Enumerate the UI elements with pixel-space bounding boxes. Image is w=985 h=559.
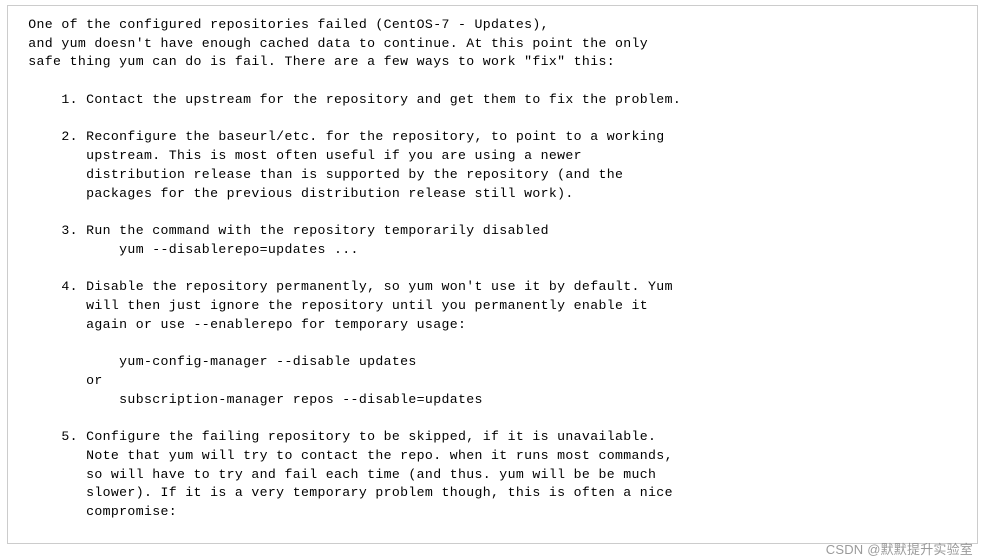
error-header-line: safe thing yum can do is fail. There are… <box>20 54 615 69</box>
fix-option-5: slower). If it is a very temporary probl… <box>20 485 673 500</box>
fix-option-3-command: yum --disablerepo=updates ... <box>20 242 359 257</box>
fix-option-4: again or use --enablerepo for temporary … <box>20 317 466 332</box>
fix-option-4: 4. Disable the repository permanently, s… <box>20 279 673 294</box>
fix-option-3: 3. Run the command with the repository t… <box>20 223 549 238</box>
fix-option-4-command: yum-config-manager --disable updates <box>20 354 417 369</box>
terminal-output-box: One of the configured repositories faile… <box>7 5 978 544</box>
fix-option-2: upstream. This is most often useful if y… <box>20 148 582 163</box>
fix-option-5: Note that yum will try to contact the re… <box>20 448 673 463</box>
fix-option-2: packages for the previous distribution r… <box>20 186 574 201</box>
fix-option-2: distribution release than is supported b… <box>20 167 623 182</box>
fix-option-5: so will have to try and fail each time (… <box>20 467 656 482</box>
fix-option-5-command: yum-config-manager --save --setopt=updat… <box>20 542 673 544</box>
fix-option-4-or: or <box>20 373 103 388</box>
csdn-watermark: CSDN @默默提升实验室 <box>826 539 973 558</box>
fix-option-4-command: subscription-manager repos --disable=upd… <box>20 392 483 407</box>
fix-option-2: 2. Reconfigure the baseurl/etc. for the … <box>20 129 665 144</box>
fix-option-4: will then just ignore the repository unt… <box>20 298 648 313</box>
fix-option-5: 5. Configure the failing repository to b… <box>20 429 656 444</box>
error-header-line: and yum doesn't have enough cached data … <box>20 36 648 51</box>
terminal-output-text: One of the configured repositories faile… <box>20 16 965 544</box>
fix-option-1: 1. Contact the upstream for the reposito… <box>20 92 681 107</box>
error-header-line: One of the configured repositories faile… <box>20 17 549 32</box>
fix-option-5: compromise: <box>20 504 177 519</box>
